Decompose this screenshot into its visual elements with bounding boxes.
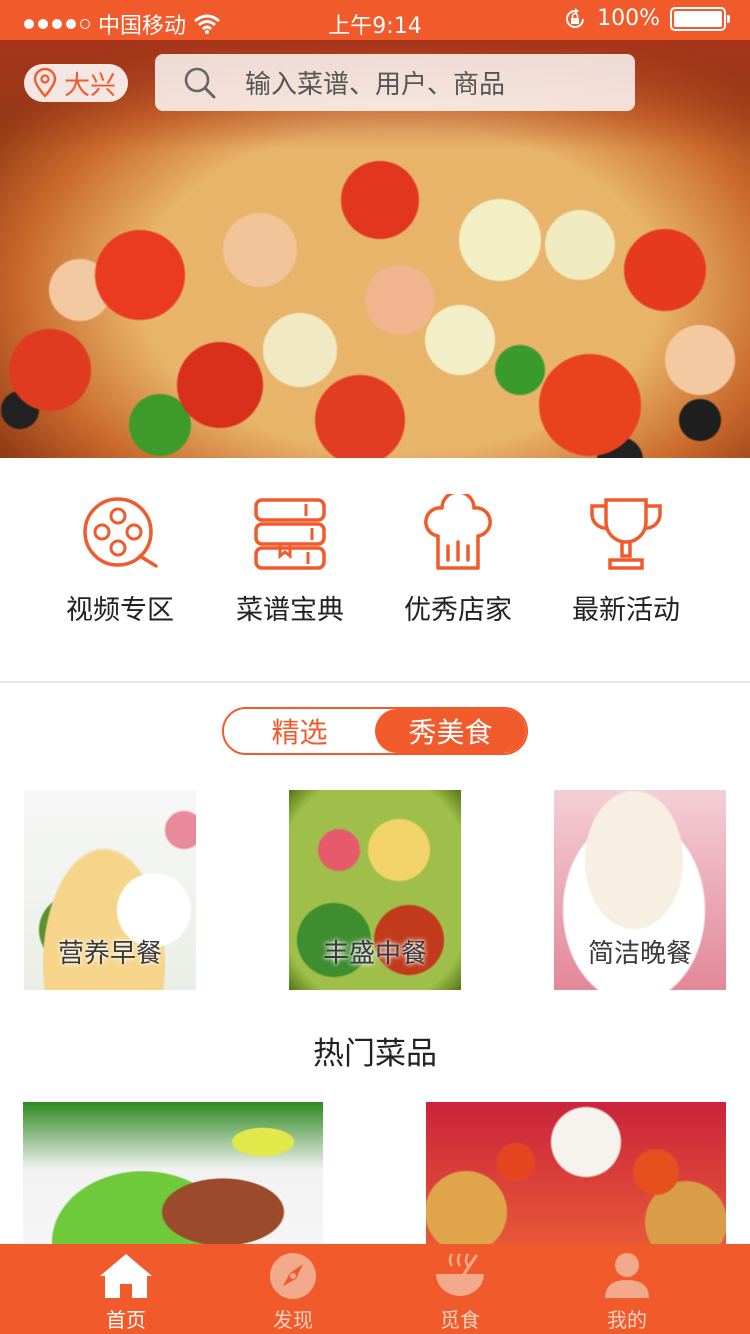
home-icon	[100, 1254, 152, 1298]
search-placeholder: 输入菜谱、用户、商品	[245, 70, 506, 100]
battery-percent: 100%	[597, 6, 660, 31]
category-label: 最新活动	[572, 595, 680, 626]
category-recipes[interactable]: 菜谱宝典	[210, 494, 370, 627]
category-label: 视频专区	[66, 595, 174, 626]
tab-bar: 首页 发现 觅食 我的	[0, 1244, 750, 1334]
tab-discover[interactable]: 发现	[233, 1252, 353, 1333]
battery-icon	[670, 6, 730, 31]
trophy-icon	[590, 498, 662, 570]
meal-card-dinner[interactable]: 简洁晚餐	[554, 790, 726, 990]
hot-dish-card[interactable]	[426, 1102, 726, 1252]
meal-label: 简洁晚餐	[587, 939, 692, 969]
category-row: 视频专区 菜谱宝典 优秀店家 最新活动	[0, 458, 750, 682]
category-shops[interactable]: 优秀店家	[378, 494, 538, 627]
location-selector[interactable]: 大兴	[24, 64, 129, 102]
search-icon	[184, 67, 216, 98]
location-label: 大兴	[64, 70, 117, 101]
tab-label: 首页	[106, 1308, 146, 1332]
food-bowl-icon	[436, 1253, 484, 1296]
tab-home[interactable]: 首页	[66, 1252, 186, 1333]
category-video[interactable]: 视频专区	[40, 494, 200, 627]
section-divider	[0, 681, 750, 683]
status-bar: 中国移动 上午9:14 100%	[0, 0, 750, 40]
tab-label: 我的	[607, 1308, 647, 1332]
status-right: 100%	[563, 6, 730, 31]
segment-show-food[interactable]: 秀美食	[375, 709, 526, 753]
hot-dish-card[interactable]	[23, 1102, 323, 1252]
location-pin-icon	[33, 68, 57, 98]
category-label: 优秀店家	[404, 595, 512, 626]
user-icon	[605, 1253, 649, 1298]
rotation-lock-icon	[566, 7, 585, 28]
tab-profile[interactable]: 我的	[567, 1252, 687, 1333]
meal-label: 丰盛中餐	[322, 939, 427, 969]
chef-hat-icon	[424, 494, 492, 570]
book-stack-icon	[254, 498, 326, 570]
compass-icon	[270, 1253, 316, 1299]
segment-featured[interactable]: 精选	[224, 709, 375, 753]
segmented-control: 精选 秀美食	[222, 707, 528, 755]
meal-label: 营养早餐	[57, 939, 162, 969]
film-reel-icon	[83, 497, 158, 568]
hero-banner[interactable]: 大兴 输入菜谱、用户、商品	[0, 40, 750, 458]
category-events[interactable]: 最新活动	[546, 494, 706, 627]
app-screen: 中国移动 上午9:14 100% 大兴 输入菜谱、用户、商品 视频专区 菜谱宝典…	[0, 0, 750, 1334]
tab-label: 发现	[273, 1308, 313, 1332]
search-input[interactable]: 输入菜谱、用户、商品	[155, 54, 635, 111]
category-label: 菜谱宝典	[236, 595, 344, 626]
tab-food[interactable]: 觅食	[400, 1252, 520, 1333]
meal-card-lunch[interactable]: 丰盛中餐	[289, 790, 461, 990]
tab-label: 觅食	[440, 1308, 480, 1332]
meal-card-breakfast[interactable]: 营养早餐	[24, 790, 196, 990]
section-title: 热门菜品	[313, 1036, 437, 1072]
